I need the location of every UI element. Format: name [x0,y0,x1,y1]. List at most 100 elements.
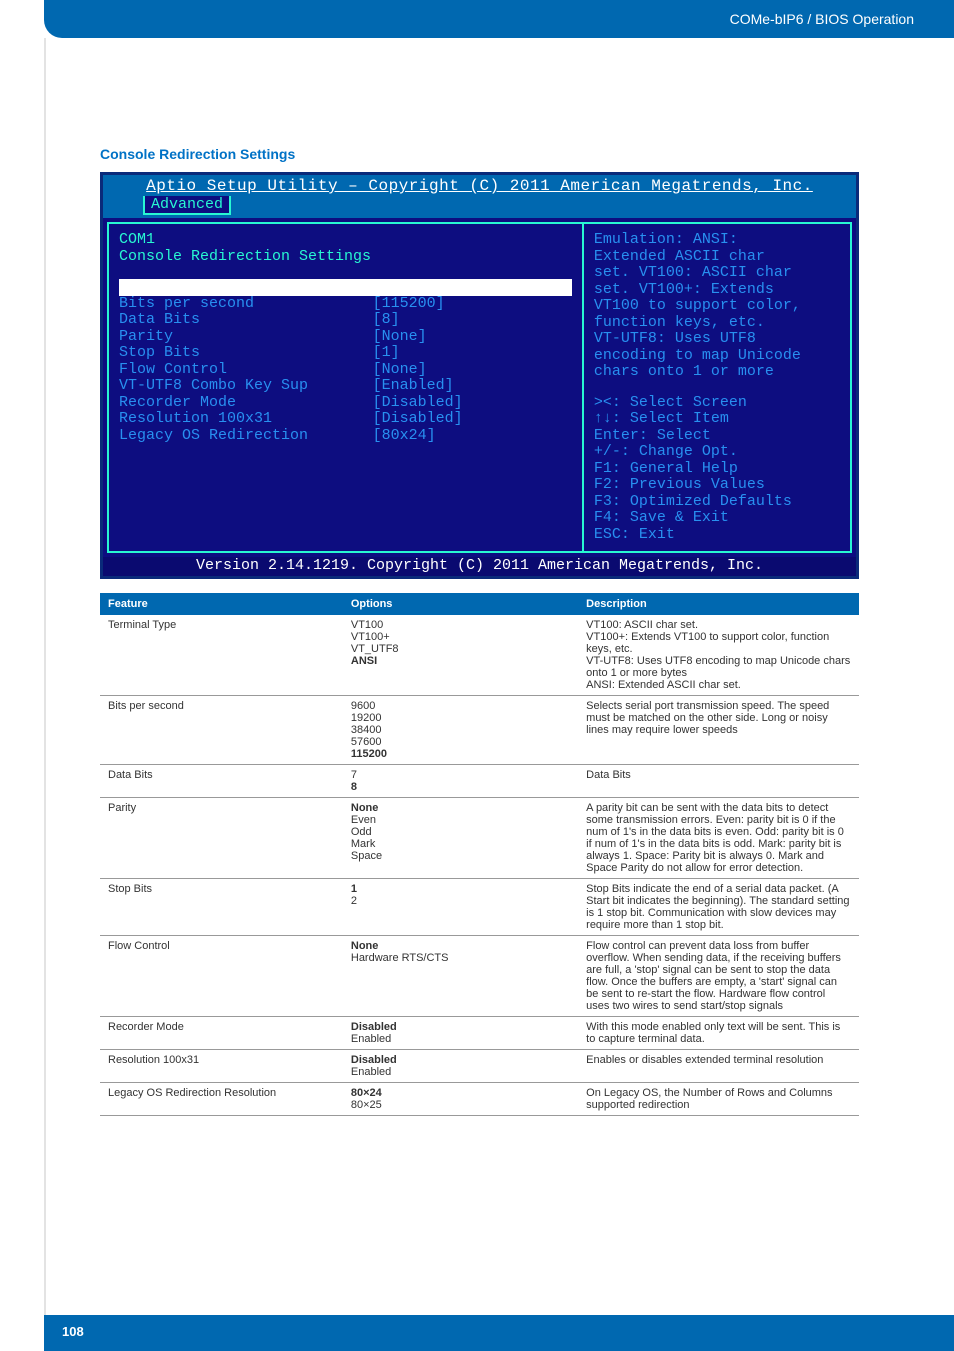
bios-setting-label: Stop Bits [119,345,373,362]
bios-subtitle: Console Redirection Settings [119,249,572,266]
cell-feature: Data Bits [100,765,343,798]
bios-setting-value: [8] [373,312,572,329]
cell-feature: Terminal Type [100,615,343,696]
table-row: Recorder ModeDisabledEnabledWith this mo… [100,1017,859,1050]
table-row: Flow ControlNoneHardware RTS/CTSFlow con… [100,936,859,1017]
cell-description: On Legacy OS, the Number of Rows and Col… [578,1083,859,1116]
bios-setting-row[interactable]: Data Bits[8] [119,312,572,329]
cell-description: Enables or disables extended terminal re… [578,1050,859,1083]
bios-setting-value: [115200] [373,296,572,313]
bios-key-hint: Enter: Select [594,428,840,445]
bios-setting-value: [Disabled] [373,411,572,428]
bios-setting-row[interactable]: Parity[None] [119,329,572,346]
col-feature: Feature [100,593,343,615]
page-header: COMe-bIP6 / BIOS Operation [44,0,954,38]
bios-key-hint: +/-: Change Opt. [594,444,840,461]
table-row: Data Bits78Data Bits [100,765,859,798]
bios-setting-label: Data Bits [119,312,373,329]
bios-setting-row[interactable]: Legacy OS Redirection[80x24] [119,428,572,445]
cell-feature: Stop Bits [100,879,343,936]
table-row: Stop Bits12Stop Bits indicate the end of… [100,879,859,936]
cell-options: NoneEvenOddMarkSpace [343,798,578,879]
table-row: Bits per second9600192003840057600115200… [100,696,859,765]
bios-help-line: function keys, etc. [594,315,840,332]
bios-help-line: chars onto 1 or more [594,364,840,381]
bios-setting-value: [None] [373,362,572,379]
table-row: ParityNoneEvenOddMarkSpaceA parity bit c… [100,798,859,879]
bios-setting-value: [Disabled] [373,395,572,412]
bios-setting-label: Resolution 100x31 [119,411,373,428]
breadcrumb: COMe-bIP6 / BIOS Operation [730,11,914,27]
feature-table: Feature Options Description Terminal Typ… [100,593,859,1116]
col-description: Description [578,593,859,615]
cell-options: 12 [343,879,578,936]
cell-feature: Bits per second [100,696,343,765]
bios-setting-value: [80x24] [373,428,572,445]
left-margin-rule [44,38,46,1351]
cell-feature: Resolution 100x31 [100,1050,343,1083]
cell-options: DisabledEnabled [343,1017,578,1050]
bios-setting-value: [ANSI] [373,279,572,296]
bios-setting-label: Recorder Mode [119,395,373,412]
cell-feature: Flow Control [100,936,343,1017]
cell-description: Stop Bits indicate the end of a serial d… [578,879,859,936]
table-row: Terminal TypeVT100VT100+VT_UTF8ANSIVT100… [100,615,859,696]
page-number: 108 [44,1315,954,1351]
bios-setting-label: Flow Control [119,362,373,379]
bios-setting-label: VT-UTF8 Combo Key Sup [119,378,373,395]
bios-port: COM1 [119,232,572,249]
cell-feature: Recorder Mode [100,1017,343,1050]
bios-setting-row[interactable]: Resolution 100x31[Disabled] [119,411,572,428]
bios-setting-label: Legacy OS Redirection [119,428,373,445]
table-row: Resolution 100x31DisabledEnabledEnables … [100,1050,859,1083]
bios-setting-value: [1] [373,345,572,362]
section-title: Console Redirection Settings [100,146,859,162]
bios-tabs: Advanced [103,195,856,218]
cell-description: A parity bit can be sent with the data b… [578,798,859,879]
cell-options: 78 [343,765,578,798]
bios-key-hint: F1: General Help [594,461,840,478]
cell-options: 9600192003840057600115200 [343,696,578,765]
bios-setting-label: Terminal Type [119,279,373,296]
bios-setting-row[interactable]: VT-UTF8 Combo Key Sup[Enabled] [119,378,572,395]
bios-title: Aptio Setup Utility – Copyright (C) 2011… [103,175,856,195]
bios-footer: Version 2.14.1219. Copyright (C) 2011 Am… [103,557,856,576]
bios-setting-value: [Enabled] [373,378,572,395]
bios-help-line: Extended ASCII char [594,249,840,266]
bios-setting-row[interactable]: Flow Control[None] [119,362,572,379]
bios-setting-value: [None] [373,329,572,346]
cell-options: NoneHardware RTS/CTS [343,936,578,1017]
cell-description: VT100: ASCII char set. VT100+: Extends V… [578,615,859,696]
bios-key-hint: F3: Optimized Defaults [594,494,840,511]
bios-key-hint: F4: Save & Exit [594,510,840,527]
cell-options: VT100VT100+VT_UTF8ANSI [343,615,578,696]
bios-settings-pane: COM1 Console Redirection Settings Termin… [107,222,584,553]
cell-feature: Legacy OS Redirection Resolution [100,1083,343,1116]
cell-description: With this mode enabled only text will be… [578,1017,859,1050]
bios-help-line: Emulation: ANSI: [594,232,840,249]
cell-options: 80×2480×25 [343,1083,578,1116]
bios-help-pane: Emulation: ANSI:Extended ASCII charset. … [584,222,852,553]
bios-key-hint: ><: Select Screen [594,395,840,412]
bios-setting-label: Bits per second [119,296,373,313]
bios-screenshot: Aptio Setup Utility – Copyright (C) 2011… [100,172,859,579]
bios-setting-row[interactable]: Recorder Mode[Disabled] [119,395,572,412]
col-options: Options [343,593,578,615]
bios-help-line: VT100 to support color, [594,298,840,315]
bios-tab-advanced[interactable]: Advanced [143,196,231,215]
bios-help-line: VT-UTF8: Uses UTF8 [594,331,840,348]
cell-description: Flow control can prevent data loss from … [578,936,859,1017]
bios-setting-row[interactable]: Stop Bits[1] [119,345,572,362]
table-row: Legacy OS Redirection Resolution80×2480×… [100,1083,859,1116]
cell-options: DisabledEnabled [343,1050,578,1083]
cell-description: Data Bits [578,765,859,798]
bios-key-hint: ↑↓: Select Item [594,411,840,428]
bios-help-line: set. VT100+: Extends [594,282,840,299]
cell-feature: Parity [100,798,343,879]
bios-help-line: set. VT100: ASCII char [594,265,840,282]
bios-setting-row[interactable]: Terminal Type[ANSI] [119,279,572,296]
bios-setting-row[interactable]: Bits per second[115200] [119,296,572,313]
bios-setting-label: Parity [119,329,373,346]
bios-key-hint: ESC: Exit [594,527,840,544]
bios-key-hint: F2: Previous Values [594,477,840,494]
